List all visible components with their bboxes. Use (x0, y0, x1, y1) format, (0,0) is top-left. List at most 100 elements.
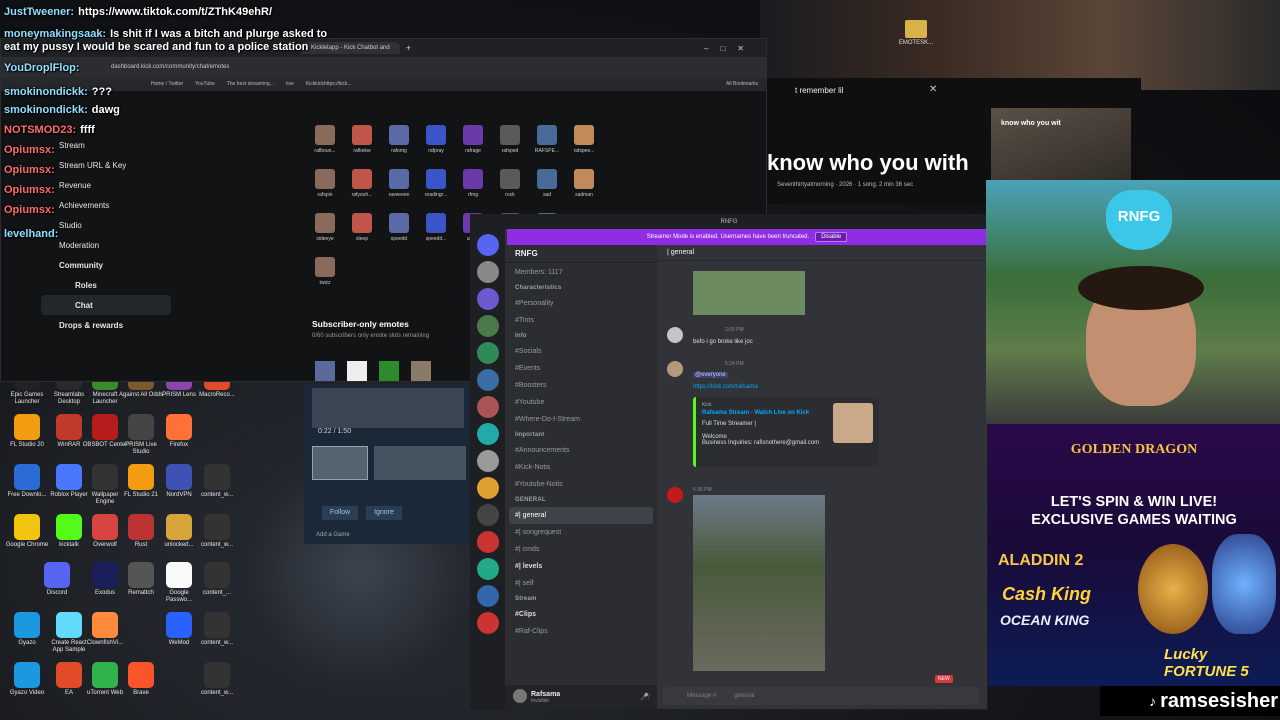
attachment-image[interactable] (693, 271, 805, 315)
steam-ignore-button[interactable]: Ignore (366, 506, 402, 520)
channel-item[interactable]: # Raf-Clips (505, 623, 657, 640)
server-icon[interactable] (477, 369, 499, 391)
channel-category[interactable]: Characteristics (505, 281, 657, 295)
emote-item[interactable]: rafsped (494, 125, 526, 154)
avatar[interactable] (667, 361, 683, 377)
steam-video[interactable] (312, 388, 464, 428)
emote-item[interactable]: rock (494, 169, 526, 198)
desktop-icon[interactable]: content_... (194, 562, 240, 597)
sidebar-item-stream-url[interactable]: Stream URL & Key (41, 155, 171, 175)
channel-category[interactable]: Info (505, 329, 657, 343)
bookmark-item[interactable]: Kickkickhttps://kick... (306, 81, 352, 87)
close-icon[interactable]: ✕ (929, 84, 937, 95)
disable-button[interactable]: Disable (815, 232, 848, 242)
emote-item[interactable]: twizz (309, 257, 341, 286)
emote-item[interactable]: speedd... (420, 213, 452, 242)
channel-item[interactable]: # Where-Do-I-Stream (505, 411, 657, 428)
new-tab-icon[interactable]: + (406, 43, 411, 53)
desktop-icon[interactable]: Free Downlo... (4, 464, 50, 499)
address-bar[interactable]: dashboard.kick.com/community/chat/emotes (1, 57, 766, 77)
sidebar-item-revenue[interactable]: Revenue (41, 175, 171, 195)
bookmark-item[interactable]: Home / Twitter (151, 81, 183, 87)
desktop-icon[interactable]: ClownfishVi... (82, 612, 128, 647)
sidebar-item-community[interactable]: Community (41, 255, 171, 275)
steam-thumb[interactable] (312, 446, 368, 480)
user-avatar[interactable] (513, 689, 527, 703)
server-icon[interactable] (477, 450, 499, 472)
server-icon[interactable] (477, 612, 499, 634)
sidebar-item-roles[interactable]: Roles (41, 275, 171, 295)
sidebar-item-achievements[interactable]: Achievements (41, 195, 171, 215)
channel-category[interactable]: Stream (505, 592, 657, 606)
bookmark-item[interactable]: The best streaming... (227, 81, 274, 87)
bookmark-item[interactable]: rive (286, 81, 294, 87)
all-bookmarks[interactable]: All Bookmarks (726, 81, 766, 87)
server-icon[interactable] (477, 261, 499, 283)
emote-item[interactable]: rfmg (457, 169, 489, 198)
sidebar-item-stream[interactable]: Stream (41, 135, 171, 155)
message-link[interactable]: https://kick.com/rafsama (693, 384, 758, 390)
desktop-icon[interactable]: Firefox (156, 414, 202, 449)
emote-thumb[interactable] (411, 361, 431, 381)
desktop-icon[interactable]: Gyazo (4, 612, 50, 647)
avatar[interactable] (667, 327, 683, 343)
emote-thumb[interactable] (347, 361, 367, 381)
channel-item[interactable]: # Announcements (505, 442, 657, 459)
message-input[interactable]: Message # general (663, 687, 979, 705)
emote-item[interactable]: rafboun... (309, 125, 341, 154)
avatar[interactable] (667, 487, 683, 503)
steam-follow-button[interactable]: Follow (322, 506, 358, 520)
desktop-icon[interactable]: content_w... (194, 612, 240, 647)
server-icon[interactable] (477, 315, 499, 337)
emote-item[interactable]: rafyouh... (346, 169, 378, 198)
sidebar-item-chat[interactable]: Chat (41, 295, 171, 315)
emote-item[interactable]: rafomg (383, 125, 415, 154)
desktop-icon[interactable]: content_w... (194, 662, 240, 697)
channel-category[interactable]: Important (505, 428, 657, 442)
desktop-icon[interactable]: Brave (118, 662, 164, 697)
emote-item[interactable]: sleep (346, 213, 378, 242)
channel-item[interactable]: # Boosters (505, 377, 657, 394)
url-text[interactable]: dashboard.kick.com/community/chat/emotes (111, 64, 229, 70)
steam-thumb[interactable] (374, 446, 466, 480)
desktop-icon[interactable]: Discord (34, 562, 80, 597)
server-icon[interactable] (477, 585, 499, 607)
server-icon[interactable] (477, 504, 499, 526)
server-icon[interactable] (477, 531, 499, 553)
emote-item[interactable]: RAFSPE... (531, 125, 563, 154)
desktop-icon[interactable]: content_w... (194, 464, 240, 499)
desktop-icon[interactable]: Google Chrome (4, 514, 50, 549)
server-icon[interactable] (477, 423, 499, 445)
emote-item[interactable]: sideeye (309, 213, 341, 242)
desktop-icon[interactable]: FL Studio 20 (4, 414, 50, 449)
channel-item[interactable]: # Events (505, 360, 657, 377)
sidebar-item-drops[interactable]: Drops & rewards (41, 315, 171, 335)
server-icon[interactable] (477, 342, 499, 364)
server-name[interactable]: RNFG (505, 245, 657, 263)
desktop-icon-emotes[interactable]: EMOTESK... (898, 20, 934, 46)
emote-item[interactable]: readingr... (420, 169, 452, 198)
emote-item[interactable]: speedd (383, 213, 415, 242)
mention-everyone[interactable]: @everyone (693, 372, 728, 378)
bookmark-item[interactable]: YouTube (195, 81, 215, 87)
steam-add-game[interactable]: Add a Game (316, 532, 350, 538)
emote-thumb[interactable] (379, 361, 399, 381)
channel-item[interactable]: # Socials (505, 343, 657, 360)
channel-item[interactable]: # Personality (505, 295, 657, 312)
desktop-icon[interactable]: content_w... (194, 514, 240, 549)
mute-icon[interactable]: 🎤̸ (640, 693, 657, 701)
emote-item[interactable]: rafkekw (346, 125, 378, 154)
channel-category[interactable]: GENERAL (505, 493, 657, 507)
server-icon[interactable] (477, 234, 499, 256)
emote-item[interactable]: sad (531, 169, 563, 198)
window-controls[interactable]: –□✕ (704, 44, 766, 53)
server-icon[interactable] (477, 288, 499, 310)
emote-item[interactable]: rafspee... (568, 125, 600, 154)
server-icon[interactable] (477, 396, 499, 418)
server-icon[interactable] (477, 477, 499, 499)
desktop-icon[interactable]: Gyazo Video (4, 662, 50, 697)
channel-item[interactable]: # Tints (505, 312, 657, 329)
emote-item[interactable]: sadman (568, 169, 600, 198)
channel-item[interactable]: # Youtube-Notis (505, 476, 657, 493)
channel-item[interactable]: # | songrequest (505, 524, 657, 541)
